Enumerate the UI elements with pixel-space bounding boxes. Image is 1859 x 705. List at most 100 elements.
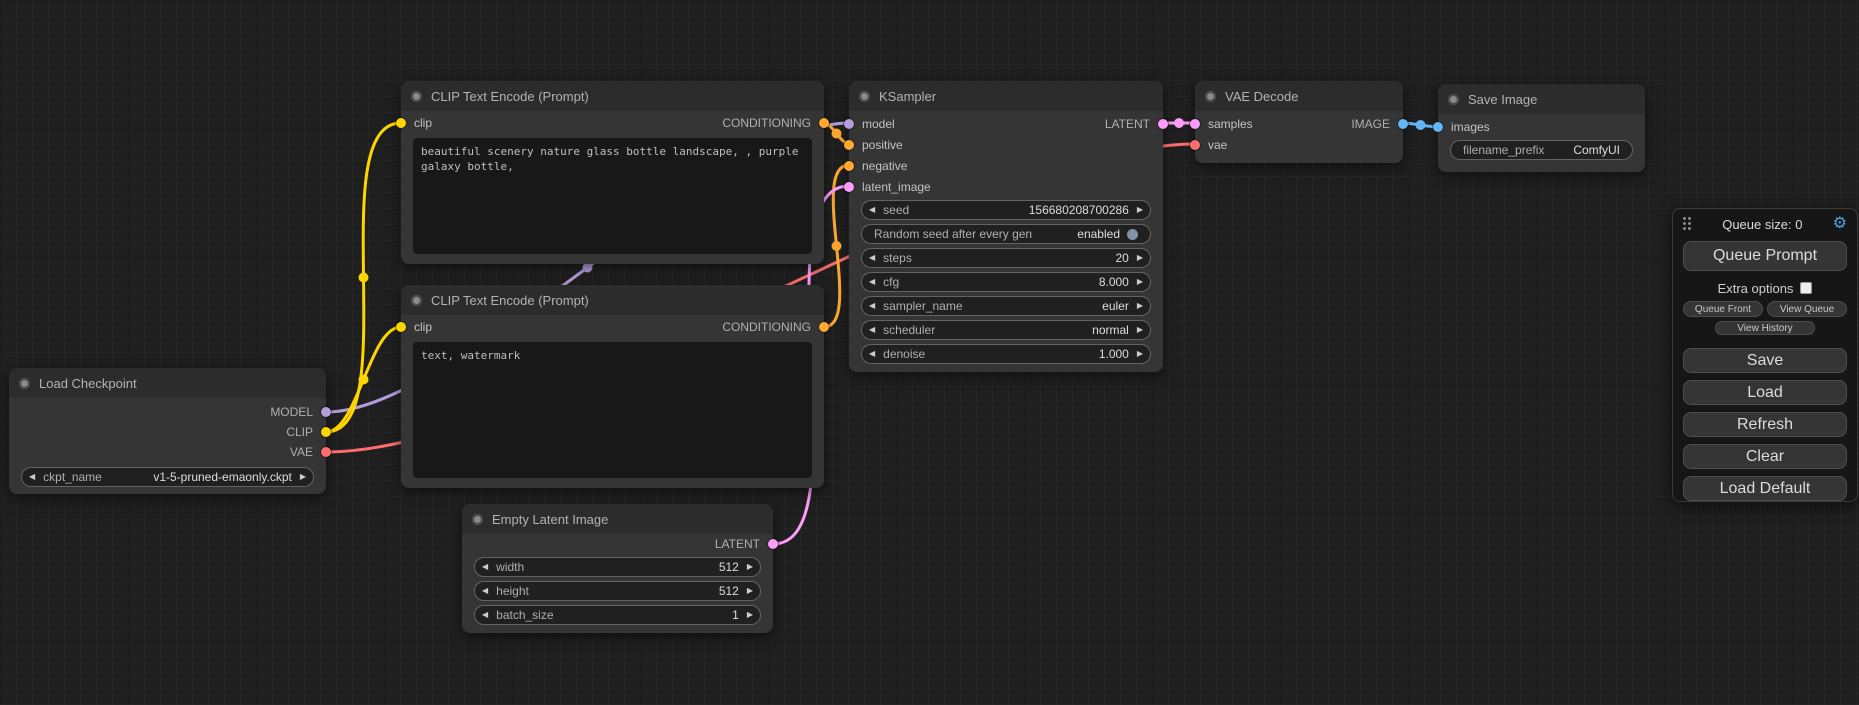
node-vae-decode[interactable]: VAE Decode samples IMAGE vae [1195,81,1403,163]
collapse-dot[interactable] [859,91,870,102]
image-output-label: IMAGE [1351,117,1390,131]
clear-button[interactable]: Clear [1683,444,1847,469]
negative-input-slot[interactable] [844,161,854,171]
collapse-dot[interactable] [1448,94,1459,105]
widget-width[interactable]: ◀ width 512 ▶ [474,557,761,577]
decrement-arrow-icon[interactable]: ◀ [869,206,875,214]
vae-input-label: vae [1208,138,1227,152]
increment-arrow-icon[interactable]: ▶ [1137,326,1143,334]
image-output-slot[interactable] [1398,119,1408,129]
node-title: VAE Decode [1225,89,1298,104]
collapse-dot[interactable] [411,91,422,102]
latent-image-input-slot[interactable] [844,182,854,192]
decrement-arrow-icon[interactable]: ◀ [869,302,875,310]
widget-height[interactable]: ◀ height 512 ▶ [474,581,761,601]
positive-input-slot[interactable] [844,140,854,150]
increment-arrow-icon[interactable]: ▶ [747,611,753,619]
node-clip-text-encode-positive[interactable]: CLIP Text Encode (Prompt) clip CONDITION… [401,81,824,264]
queue-prompt-button[interactable]: Queue Prompt [1683,241,1847,271]
link-midpoint-dot [359,374,369,384]
node-ksampler[interactable]: KSampler model LATENT positive negative … [849,81,1163,372]
widget-label: steps [883,251,912,265]
widget-ckpt-name[interactable]: ◀ ckpt_name v1-5-pruned-emaonly.ckpt ▶ [21,467,314,487]
widget-sampler-name[interactable]: ◀ sampler_name euler ▶ [861,296,1151,316]
positive-prompt-textarea[interactable]: beautiful scenery nature glass bottle la… [413,138,812,254]
view-queue-button[interactable]: View Queue [1767,301,1847,317]
samples-input-label: samples [1208,117,1253,131]
model-output-slot[interactable] [321,407,331,417]
collapse-dot[interactable] [1205,91,1216,102]
vae-output-slot[interactable] [321,447,331,457]
conditioning-output-slot[interactable] [819,322,829,332]
widget-cfg[interactable]: ◀ cfg 8.000 ▶ [861,272,1151,292]
conditioning-output-slot[interactable] [819,118,829,128]
decrement-arrow-icon[interactable]: ◀ [29,473,35,481]
widget-value: 512 [719,560,739,574]
node-title-bar[interactable]: Save Image [1438,84,1645,114]
increment-arrow-icon[interactable]: ▶ [747,587,753,595]
node-clip-text-encode-negative[interactable]: CLIP Text Encode (Prompt) clip CONDITION… [401,285,824,488]
samples-input-slot[interactable] [1190,119,1200,129]
save-button[interactable]: Save [1683,348,1847,373]
vae-input-slot[interactable] [1190,140,1200,150]
settings-gear-icon[interactable]: ⚙ [1833,216,1847,232]
widget-scheduler[interactable]: ◀ scheduler normal ▶ [861,320,1151,340]
decrement-arrow-icon[interactable]: ◀ [869,326,875,334]
increment-arrow-icon[interactable]: ▶ [1137,206,1143,214]
widget-denoise[interactable]: ◀ denoise 1.000 ▶ [861,344,1151,364]
extra-options-checkbox[interactable] [1800,282,1812,294]
increment-arrow-icon[interactable]: ▶ [1137,350,1143,358]
clip-output-slot[interactable] [321,427,331,437]
load-button[interactable]: Load [1683,380,1847,405]
node-load-checkpoint[interactable]: Load Checkpoint MODEL CLIP VAE ◀ ckpt_na… [9,368,326,494]
node-title-bar[interactable]: Load Checkpoint [9,368,326,398]
decrement-arrow-icon[interactable]: ◀ [482,611,488,619]
decrement-arrow-icon[interactable]: ◀ [869,350,875,358]
node-title-bar[interactable]: KSampler [849,81,1163,111]
clip-input-slot[interactable] [396,322,406,332]
widget-filename-prefix[interactable]: filename_prefix ComfyUI [1450,140,1633,160]
increment-arrow-icon[interactable]: ▶ [747,563,753,571]
increment-arrow-icon[interactable]: ▶ [300,473,306,481]
increment-arrow-icon[interactable]: ▶ [1137,254,1143,262]
decrement-arrow-icon[interactable]: ◀ [869,254,875,262]
collapse-dot[interactable] [19,378,30,389]
node-title-bar[interactable]: VAE Decode [1195,81,1403,111]
collapse-dot[interactable] [472,514,483,525]
widget-value: 156680208700286 [1029,203,1129,217]
widget-seed[interactable]: ◀ seed 156680208700286 ▶ [861,200,1151,220]
widget-batch-size[interactable]: ◀ batch_size 1 ▶ [474,605,761,625]
node-title-bar[interactable]: Empty Latent Image [462,504,773,534]
widget-steps[interactable]: ◀ steps 20 ▶ [861,248,1151,268]
decrement-arrow-icon[interactable]: ◀ [482,563,488,571]
widget-label: filename_prefix [1463,143,1544,157]
node-title-bar[interactable]: CLIP Text Encode (Prompt) [401,81,824,111]
view-history-button[interactable]: View History [1715,321,1815,335]
latent-image-input-label: latent_image [862,180,931,194]
clip-input-slot[interactable] [396,118,406,128]
images-input-slot[interactable] [1433,122,1443,132]
node-empty-latent-image[interactable]: Empty Latent Image LATENT ◀ width 512 ▶ … [462,504,773,633]
widget-value: enabled [1077,227,1120,241]
increment-arrow-icon[interactable]: ▶ [1137,302,1143,310]
latent-output-slot[interactable] [768,539,778,549]
menu-drag-handle[interactable] [1683,217,1692,231]
load-default-button[interactable]: Load Default [1683,476,1847,501]
model-output-label: MODEL [270,405,313,419]
widget-label: seed [883,203,909,217]
latent-output-slot[interactable] [1158,119,1168,129]
collapse-dot[interactable] [411,295,422,306]
widget-label: ckpt_name [43,470,102,484]
model-input-slot[interactable] [844,119,854,129]
negative-prompt-textarea[interactable]: text, watermark [413,342,812,478]
increment-arrow-icon[interactable]: ▶ [1137,278,1143,286]
node-title-bar[interactable]: CLIP Text Encode (Prompt) [401,285,824,315]
widget-random-seed-toggle[interactable]: Random seed after every gen enabled [861,224,1151,244]
decrement-arrow-icon[interactable]: ◀ [869,278,875,286]
refresh-button[interactable]: Refresh [1683,412,1847,437]
node-save-image[interactable]: Save Image images filename_prefix ComfyU… [1438,84,1645,172]
queue-size-label: Queue size: 0 [1692,217,1833,232]
toggle-dot-icon[interactable] [1127,229,1138,240]
queue-front-button[interactable]: Queue Front [1683,301,1763,317]
decrement-arrow-icon[interactable]: ◀ [482,587,488,595]
